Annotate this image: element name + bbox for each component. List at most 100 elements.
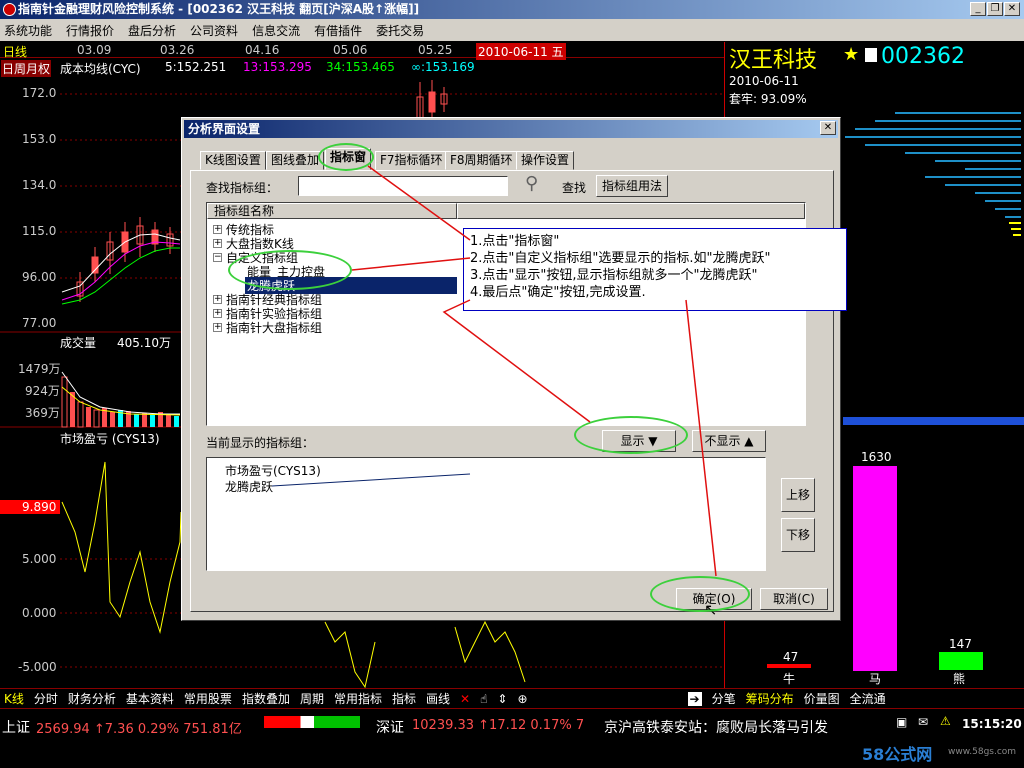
message-icon[interactable]: ✉ (918, 715, 928, 729)
note-step-4: 4.最后点"确定"按钮,完成设置. (470, 285, 646, 300)
dialog-title-bar: 分析界面设置 (184, 120, 838, 138)
clock: 15:15:20 (962, 717, 1022, 731)
usage-button[interactable]: 指标组用法 (596, 175, 668, 197)
search-input[interactable] (298, 176, 508, 196)
tab-indicator[interactable]: 指标 (392, 690, 416, 707)
dialog-close-button[interactable]: ✕ (820, 121, 836, 135)
list-item[interactable]: 龙腾虎跃 (225, 478, 273, 495)
tab-kline[interactable]: K线 (4, 690, 24, 707)
menu-company[interactable]: 公司资料 (190, 22, 238, 39)
lock-icon[interactable]: ⊕ (517, 692, 527, 706)
collapse-icon[interactable]: − (213, 253, 222, 262)
hand-icon[interactable]: ☝ (480, 692, 487, 706)
notes-icon[interactable] (865, 48, 877, 62)
expand-icon[interactable]: + (213, 295, 222, 304)
window-title: 指南针金融理财风险控制系统 - [002362 汉王科技 翻页[沪深A股↑涨幅]… (18, 2, 420, 16)
highlight-oval (228, 250, 352, 290)
tree-header[interactable]: 指标组名称 (207, 203, 457, 219)
favorite-star-icon[interactable]: ★ (843, 44, 859, 65)
chip-date: 2010-06-11 (729, 74, 799, 88)
menu-analysis[interactable]: 盘后分析 (128, 22, 176, 39)
expand-icon[interactable]: + (213, 225, 222, 234)
search-button[interactable]: 查找 (562, 179, 586, 196)
tab-operation[interactable]: 操作设置 (516, 151, 575, 170)
network-icon[interactable]: ▣ (896, 715, 907, 729)
cys-label: 市场盈亏 (CYS13) (60, 432, 160, 446)
cys-tick: 0.000 (22, 606, 57, 620)
cancel-button[interactable]: 取消(C) (760, 588, 828, 610)
analysis-settings-dialog: 分析界面设置 ✕ K线图设置 图线叠加 指标窗 F7指标循环 F8周期循环 操作… (181, 117, 841, 621)
tab-f7-cycle[interactable]: F7指标循环 (375, 151, 448, 170)
bar-niu (767, 664, 811, 668)
bar-value-ma: 1630 (861, 450, 892, 464)
tab-basic-info[interactable]: 基本资料 (126, 690, 174, 707)
alert-icon[interactable]: ⚠ (940, 714, 951, 728)
tab-ticks[interactable]: 分笔 (712, 690, 736, 707)
list-item[interactable]: 市场盈亏(CYS13) (225, 462, 321, 479)
expand-icon[interactable]: + (213, 239, 222, 248)
menu-quotes[interactable]: 行情报价 (66, 22, 114, 39)
delete-icon[interactable]: ✕ (460, 692, 470, 706)
menu-plugins[interactable]: 有借插件 (314, 22, 362, 39)
watermark-logo: 58公式网 (862, 745, 933, 764)
menu-info[interactable]: 信息交流 (252, 22, 300, 39)
tab-float[interactable]: 全流通 (850, 690, 886, 707)
tab-f8-cycle[interactable]: F8周期循环 (445, 151, 518, 170)
sz-index-label: 深证 (376, 720, 404, 736)
tree-header-blank (457, 203, 805, 219)
tab-finance[interactable]: 财务分析 (68, 690, 116, 707)
current-indicator-list[interactable]: 市场盈亏(CYS13) 龙腾虎跃 (206, 457, 766, 571)
app-logo-icon (3, 3, 16, 16)
move-up-button[interactable]: 上移 (781, 478, 815, 512)
watermark-url: www.58gs.com (948, 747, 1017, 757)
volume-value: 405.10万 (117, 336, 171, 350)
current-label: 当前显示的指标组： (206, 436, 315, 450)
tab-period[interactable]: 周期 (300, 690, 324, 707)
bar-value-niu: 47 (783, 650, 799, 664)
tab-overlay[interactable]: 图线叠加 (266, 151, 325, 170)
tab-index-overlay[interactable]: 指数叠加 (242, 690, 290, 707)
sz-index-text: 10239.33 ↑17.12 0.17% 7 (412, 718, 585, 733)
bar-xiong (939, 652, 983, 670)
news-ticker[interactable]: 京沪高铁泰安站：腐败局长落马引发 (604, 717, 828, 737)
move-icon[interactable]: ⇕ (497, 692, 507, 706)
bar-label-niu: 牛 (783, 672, 796, 686)
highlight-oval (650, 576, 750, 612)
volume-tick: 924万 (25, 384, 60, 398)
expand-icon[interactable]: + (213, 323, 222, 332)
status-bar: 上证 2569.94 ↑7.36 0.29% 751.81亿 深证 10239.… (0, 708, 1024, 768)
tree-node-market[interactable]: + 指南针大盘指标组 (213, 319, 322, 336)
restore-button[interactable]: ❐ (987, 2, 1003, 16)
tab-chips[interactable]: 筹码分布 (746, 690, 794, 707)
bar-ma (853, 466, 897, 671)
tab-common-indicators[interactable]: 常用指标 (334, 690, 382, 707)
volume-label: 成交量 (60, 336, 97, 350)
cys-value: 9.890 (0, 500, 60, 514)
hide-button[interactable]: 不显示 ▲ (692, 430, 766, 452)
arrow-right-icon[interactable]: ➔ (687, 691, 702, 706)
minimize-button[interactable]: _ (970, 2, 986, 16)
highlight-oval (318, 143, 374, 171)
tab-favorites[interactable]: 常用股票 (184, 690, 232, 707)
note-step-1: 1.点击"指标窗" (470, 234, 560, 249)
bottom-toolbar: K线 分时 财务分析 基本资料 常用股票 指数叠加 周期 常用指标 指标 画线 … (0, 688, 1024, 708)
search-label: 查找指标组： (206, 181, 279, 195)
bar-value-xiong: 147 (949, 637, 972, 651)
tab-price-volume[interactable]: 价量图 (804, 690, 840, 707)
tab-drawing[interactable]: 画线 (426, 690, 450, 707)
cys-tick: 5.000 (22, 552, 57, 566)
move-down-button[interactable]: 下移 (781, 518, 815, 552)
window-title-bar: 指南针金融理财风险控制系统 - [002362 汉王科技 翻页[沪深A股↑涨幅]… (0, 0, 1024, 19)
magnifier-icon[interactable]: ⚲ (525, 173, 538, 194)
highlight-oval (574, 416, 688, 454)
expand-icon[interactable]: + (213, 309, 222, 318)
sh-index-label: 上证 (2, 720, 30, 736)
tab-kline-settings[interactable]: K线图设置 (200, 151, 266, 170)
tab-timeshare[interactable]: 分时 (34, 690, 58, 707)
close-window-button[interactable]: ✕ (1004, 2, 1020, 16)
menu-bar: 系统功能 行情报价 盘后分析 公司资料 信息交流 有借插件 委托交易 (0, 19, 1024, 41)
bar-label-ma: 马 (869, 672, 882, 686)
volume-tick: 369万 (25, 406, 60, 420)
menu-trade[interactable]: 委托交易 (376, 22, 424, 39)
menu-system[interactable]: 系统功能 (4, 22, 52, 39)
